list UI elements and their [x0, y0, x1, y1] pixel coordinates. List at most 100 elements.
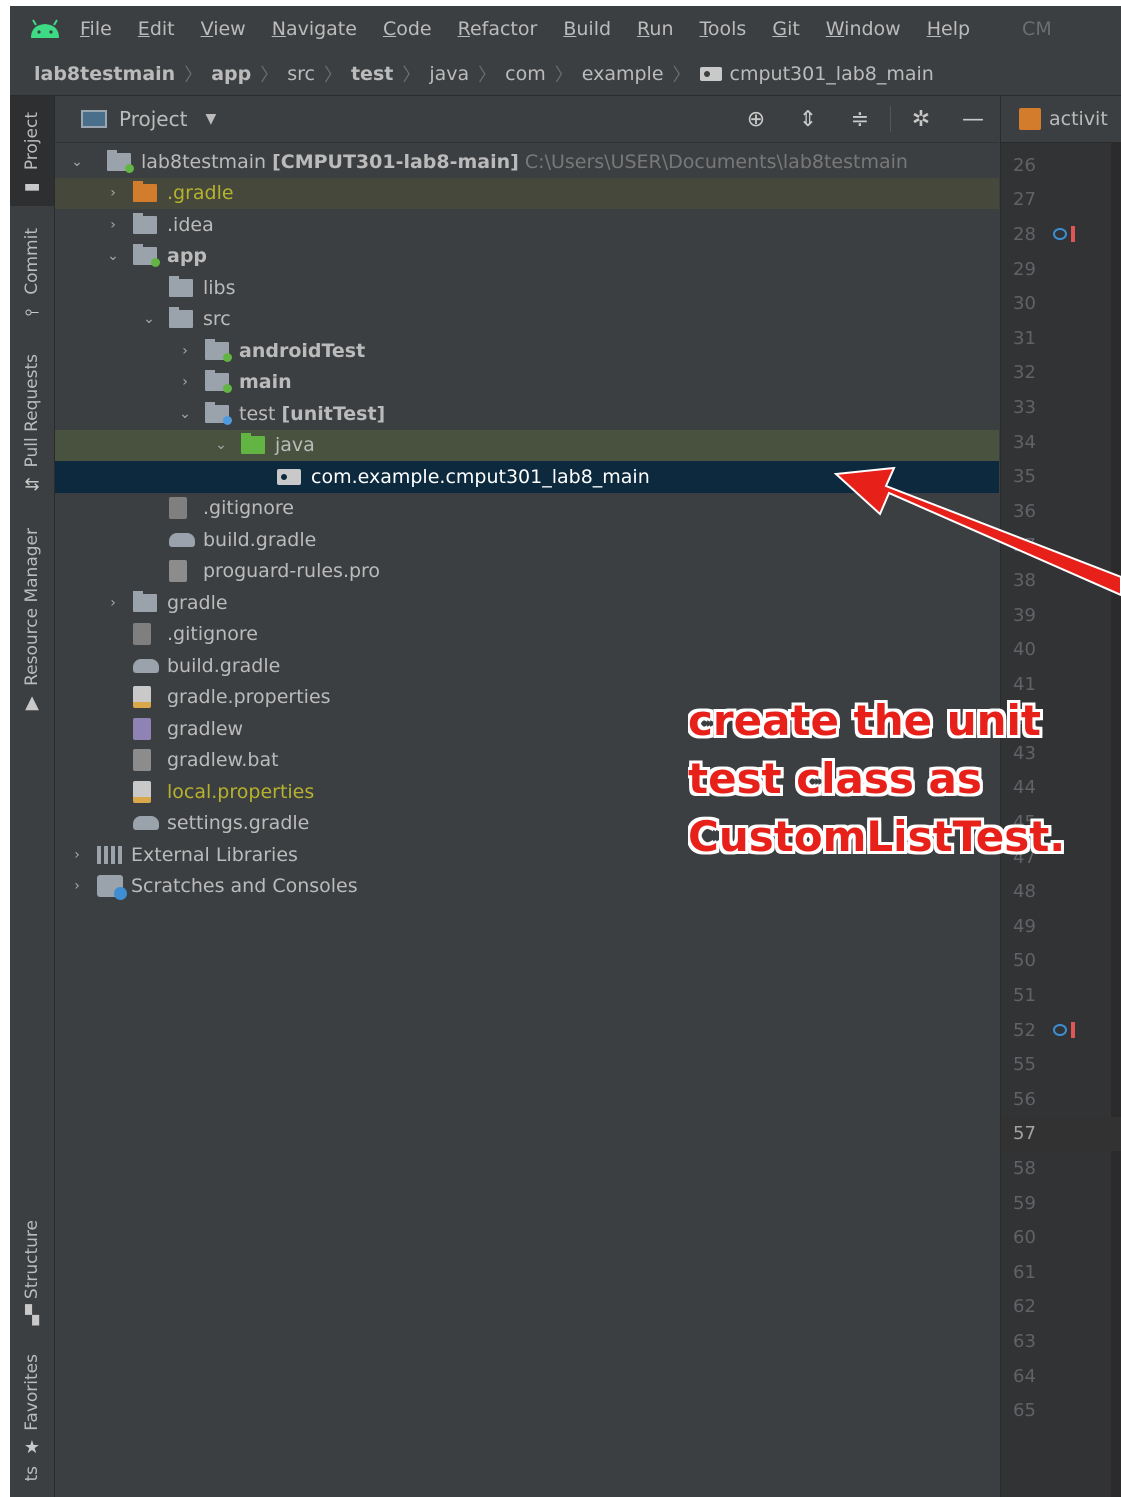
menu-tools[interactable]: Tools: [700, 18, 747, 40]
line-number[interactable]: 34: [1001, 425, 1121, 460]
chevron-right-icon[interactable]: ›: [175, 343, 195, 359]
tree-row[interactable]: › .gradle: [55, 177, 999, 209]
tree-row[interactable]: ⌄ src: [55, 304, 999, 336]
tool-tab-structure[interactable]: Structure ▚: [10, 1220, 54, 1326]
line-number[interactable]: 64: [1001, 1359, 1121, 1394]
tree-row[interactable]: libs: [55, 272, 999, 304]
chevron-right-icon[interactable]: ›: [67, 878, 87, 894]
expand-all-icon[interactable]: ⇕: [782, 107, 834, 132]
breadcrumb-item[interactable]: app: [211, 63, 251, 85]
override-marker-icon[interactable]: [1053, 1024, 1067, 1037]
line-number[interactable]: 65: [1001, 1393, 1121, 1428]
project-view-title[interactable]: Project: [119, 107, 187, 131]
line-number[interactable]: 60: [1001, 1220, 1121, 1255]
menu-file[interactable]: File: [80, 18, 112, 40]
chevron-down-icon[interactable]: ⌄: [139, 311, 159, 327]
line-number[interactable]: 50: [1001, 944, 1121, 979]
menu-code[interactable]: Code: [383, 18, 432, 40]
tree-row[interactable]: › main: [55, 367, 999, 399]
line-number[interactable]: 58: [1001, 1151, 1121, 1186]
tree-row[interactable]: .gitignore: [55, 619, 999, 651]
line-number[interactable]: 26: [1001, 148, 1121, 183]
breadcrumb-item[interactable]: lab8testmain: [34, 63, 175, 85]
tree-row[interactable]: › androidTest: [55, 335, 999, 367]
line-number[interactable]: 51: [1001, 978, 1121, 1013]
breadcrumb-item[interactable]: cmput301_lab8_main: [730, 63, 934, 85]
chevron-down-icon[interactable]: ⌄: [175, 406, 195, 422]
line-number[interactable]: 56: [1001, 1082, 1121, 1117]
line-number[interactable]: 62: [1001, 1290, 1121, 1325]
tool-tab-commit[interactable]: Commit ⟜: [10, 228, 54, 322]
line-number[interactable]: 52: [1001, 1013, 1121, 1048]
line-number[interactable]: 55: [1001, 1047, 1121, 1082]
hide-icon[interactable]: —: [947, 107, 999, 132]
menu-build[interactable]: Build: [563, 18, 611, 40]
editor-tab[interactable]: activit: [1001, 96, 1121, 143]
tree-row[interactable]: build.gradle: [55, 524, 999, 556]
tree-row[interactable]: com.example.cmput301_lab8_main: [55, 461, 999, 493]
chevron-down-icon[interactable]: ⌄: [103, 248, 123, 264]
line-number[interactable]: 30: [1001, 286, 1121, 321]
line-number[interactable]: 33: [1001, 390, 1121, 425]
breadcrumb-item[interactable]: src: [287, 63, 315, 85]
menu-git[interactable]: Git: [772, 18, 799, 40]
menu-run[interactable]: Run: [637, 18, 673, 40]
up-arrow-icon[interactable]: [1071, 226, 1075, 243]
breadcrumb-item[interactable]: test: [351, 63, 393, 85]
line-number[interactable]: 38: [1001, 563, 1121, 598]
tool-tab-favorites[interactable]: Favorites ★: [10, 1354, 54, 1458]
line-number[interactable]: 61: [1001, 1255, 1121, 1290]
breadcrumb-item[interactable]: example: [582, 63, 664, 85]
line-number[interactable]: 36: [1001, 494, 1121, 529]
tree-row[interactable]: ⌄ app: [55, 241, 999, 273]
tree-row[interactable]: ⌄ test [unitTest]: [55, 398, 999, 430]
override-marker-icon[interactable]: [1053, 228, 1067, 241]
tree-row-root[interactable]: ⌄ lab8testmain [CMPUT301-lab8-main] C:\U…: [55, 146, 999, 178]
line-number[interactable]: 48: [1001, 874, 1121, 909]
line-number[interactable]: 40: [1001, 632, 1121, 667]
tool-tab-resource-manager[interactable]: Resource Manager ▲: [10, 528, 54, 713]
tree-row[interactable]: › .idea: [55, 209, 999, 241]
menu-navigate[interactable]: Navigate: [272, 18, 357, 40]
chevron-right-icon[interactable]: ›: [103, 217, 123, 233]
tree-row[interactable]: build.gradle: [55, 650, 999, 682]
line-number[interactable]: 27: [1001, 183, 1121, 218]
tool-tab-pull-requests[interactable]: Pull Requests ⇆: [10, 354, 54, 495]
menu-view[interactable]: View: [201, 18, 246, 40]
line-number[interactable]: 31: [1001, 321, 1121, 356]
tree-row[interactable]: › gradle: [55, 587, 999, 619]
tree-row[interactable]: › Scratches and Consoles: [55, 871, 999, 903]
locate-icon[interactable]: ⊕: [730, 107, 782, 132]
line-number[interactable]: 35: [1001, 459, 1121, 494]
chevron-down-icon[interactable]: ▼: [205, 111, 216, 127]
collapse-all-icon[interactable]: ≑: [834, 107, 886, 132]
menu-edit[interactable]: Edit: [138, 18, 175, 40]
gear-icon[interactable]: ✲: [895, 107, 947, 132]
line-number[interactable]: 32: [1001, 356, 1121, 391]
menu-help[interactable]: Help: [927, 18, 970, 40]
chevron-right-icon[interactable]: ›: [103, 185, 123, 201]
menu-window[interactable]: Window: [826, 18, 901, 40]
line-number[interactable]: 57: [1001, 1116, 1121, 1152]
tree-row[interactable]: .gitignore: [55, 493, 999, 525]
line-number[interactable]: 49: [1001, 909, 1121, 944]
tool-tab-truncated[interactable]: ts: [10, 1466, 54, 1482]
line-number[interactable]: 37: [1001, 529, 1121, 564]
up-arrow-icon[interactable]: [1071, 1022, 1075, 1039]
chevron-down-icon[interactable]: ⌄: [67, 154, 87, 170]
line-number[interactable]: 63: [1001, 1324, 1121, 1359]
tool-tab-project[interactable]: Project ▬: [10, 96, 54, 206]
chevron-down-icon[interactable]: ⌄: [211, 437, 231, 453]
chevron-right-icon[interactable]: ›: [103, 595, 123, 611]
chevron-right-icon[interactable]: ›: [175, 374, 195, 390]
chevron-right-icon[interactable]: ›: [67, 847, 87, 863]
breadcrumb-item[interactable]: java: [429, 63, 469, 85]
tree-row[interactable]: proguard-rules.pro: [55, 556, 999, 588]
line-number[interactable]: 28: [1001, 217, 1121, 252]
line-number[interactable]: 29: [1001, 252, 1121, 287]
menu-refactor[interactable]: Refactor: [458, 18, 538, 40]
tree-row[interactable]: ⌄ java: [55, 429, 999, 461]
line-number[interactable]: 59: [1001, 1186, 1121, 1221]
line-number[interactable]: 39: [1001, 598, 1121, 633]
breadcrumb-item[interactable]: com: [505, 63, 546, 85]
